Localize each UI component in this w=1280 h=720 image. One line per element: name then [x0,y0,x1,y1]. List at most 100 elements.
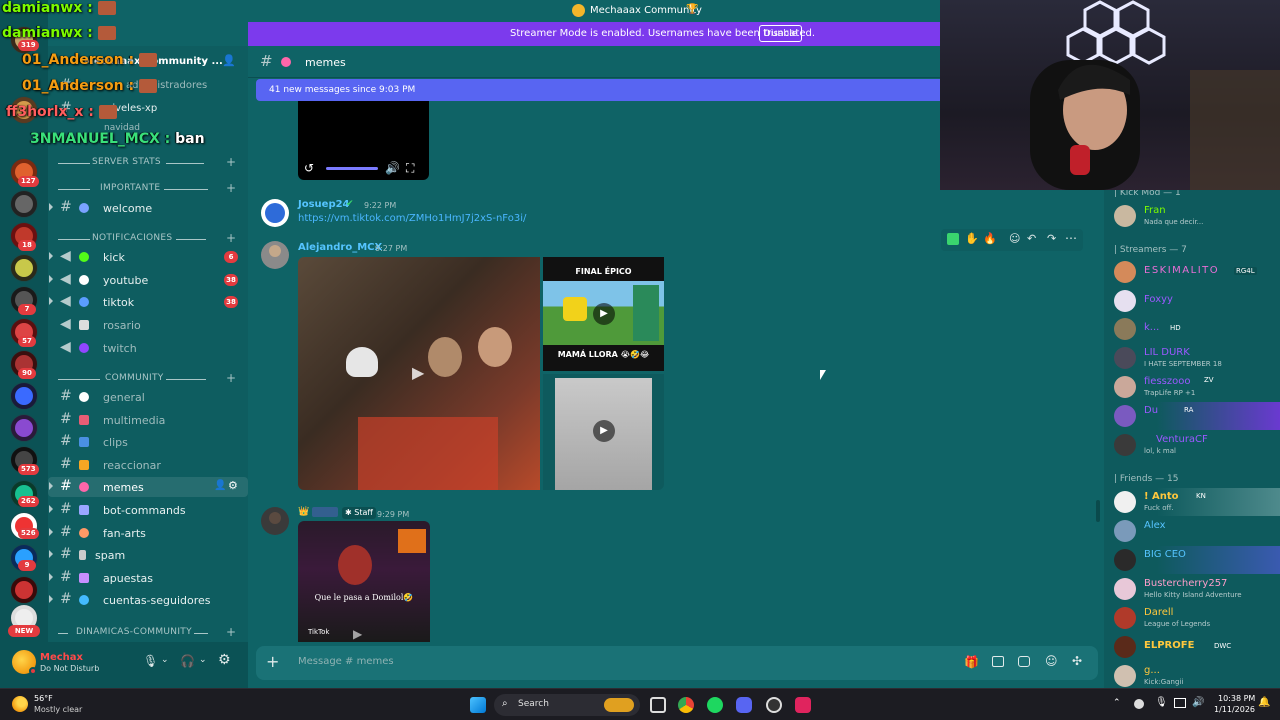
video-player[interactable]: ↺ 🔊 ⛶ [298,101,429,180]
emoji-icon[interactable]: ☺ [1045,654,1058,668]
discord-icon[interactable] [736,697,752,713]
forward-icon[interactable]: ↷ [1047,232,1056,245]
headphones-icon[interactable]: 🎧 [180,654,195,668]
new-messages-bar[interactable]: 41 new messages since 9:03 PM [256,79,940,101]
volume-icon[interactable]: 🔊 [1192,697,1204,708]
reaction-hand-icon[interactable]: ✋ [965,232,979,245]
avatar[interactable] [261,507,289,535]
chevron-up-icon[interactable]: ⌃ [1113,698,1121,708]
add-channel-icon[interactable]: + [226,371,236,385]
add-reaction-icon[interactable]: ☺ [1009,232,1020,245]
member-row[interactable]: g... Kick:Gangii [1104,662,1280,688]
message-input[interactable]: Message # memes [298,656,394,667]
message-link[interactable]: https://vm.tiktok.com/ZMHo1HmJ7j2xS-nFo3… [298,213,526,224]
play-icon[interactable]: ▶ [353,627,362,641]
windows-start-icon[interactable] [470,697,486,713]
chrome-icon[interactable] [678,697,694,713]
video-attachment[interactable]: ▶ [298,257,540,490]
category-importante[interactable]: IMPORTANTE + [48,181,248,196]
channel-twitch[interactable]: ◀ twitch [48,338,248,358]
avatar[interactable] [261,241,289,269]
video-attachment[interactable]: ▶ [543,374,664,490]
member-row[interactable]: LIL DURK I HATE SEPTEMBER 18 [1104,344,1280,372]
video-attachment[interactable]: Que le pasa a Domilol🤣 TikTok ▶ [298,521,430,642]
server-icon[interactable] [10,576,38,604]
clock-date[interactable]: 1/11/2026 [1214,705,1255,714]
avatar[interactable] [261,199,289,227]
category-community[interactable]: COMMUNITY + [48,371,248,386]
reply-icon[interactable]: ↶ [1027,232,1036,245]
member-row[interactable]: Du RA [1104,402,1280,430]
apps-icon[interactable]: ✣ [1072,654,1082,668]
microphone-icon[interactable]: 🎙 [143,654,158,668]
channel-memes[interactable]: # memes 👤 ⚙ [48,477,248,497]
server-icon[interactable] [10,414,38,442]
channel-welcome[interactable]: # welcome [48,198,248,218]
add-channel-icon[interactable]: + [226,181,236,195]
task-view-icon[interactable] [650,697,666,713]
channel-youtube[interactable]: ◀ youtube 38 [48,270,248,290]
reaction-fire-icon[interactable]: 🔥 [983,232,997,245]
reaction-check-icon[interactable] [947,233,959,245]
video-attachment[interactable]: FINAL ÉPICO ▶ MAMÁ LLORA 😭🤣😂 [543,257,664,371]
channel-cuentas-seguidores[interactable]: # cuentas-seguidores [48,590,248,610]
disable-button[interactable]: Disable [759,25,802,42]
channel-tiktok[interactable]: ◀ tiktok 38 [48,292,248,312]
member-row[interactable]: Bustercherry257 Hello Kitty Island Adven… [1104,575,1280,603]
gif-icon[interactable] [992,656,1004,667]
member-row[interactable]: fiesszooo ZV TrapLife RP +1 [1104,373,1280,401]
message-author[interactable] [312,507,338,517]
server-icon[interactable] [10,254,38,282]
add-attachment-icon[interactable]: + [266,652,279,671]
add-member-icon[interactable]: 👤 [222,54,236,67]
sticker-icon[interactable] [1018,656,1030,667]
message-author[interactable]: Alejandro_MCX [298,242,382,253]
channel-fan-arts[interactable]: # fan-arts [48,523,248,543]
volume-icon[interactable]: 🔊 [385,161,400,175]
add-member-icon[interactable]: 👤 [214,480,226,491]
member-row[interactable]: ESKIMALITO RG4L [1104,258,1280,286]
play-icon[interactable]: ▶ [412,363,424,382]
member-row[interactable]: Darell League of Legends [1104,604,1280,632]
gear-icon[interactable]: ⚙ [218,652,231,668]
play-icon[interactable]: ▶ [593,303,615,325]
taskbar-search[interactable]: ⌕ Search [494,694,640,716]
fullscreen-icon[interactable]: ⛶ [406,161,414,176]
category-server-stats[interactable]: SERVER STATS + [48,155,248,170]
member-row[interactable]: Fran Nada que decir... [1104,202,1280,230]
chevron-down-icon[interactable]: ⌄ [161,655,169,665]
member-row[interactable]: VenturaCF lol, k mal [1104,431,1280,459]
channel-rosario[interactable]: ◀ rosario [48,315,248,335]
channel-kick[interactable]: ◀ kick 6 [48,247,248,267]
tray-icon[interactable] [1134,699,1144,709]
member-row[interactable]: Alex [1104,517,1280,545]
microphone-icon[interactable]: 🎙 [1155,697,1168,708]
more-icon[interactable]: ⋯ [1065,231,1077,245]
gear-icon[interactable]: ⚙ [228,479,238,492]
message-author[interactable]: Josuep24 [298,199,350,210]
channel-apuestas[interactable]: # apuestas [48,568,248,588]
server-icon[interactable] [10,190,38,218]
chevron-down-icon[interactable]: ⌄ [200,54,208,65]
spotify-icon[interactable] [707,697,723,713]
message-scrollbar[interactable] [1096,500,1100,522]
server-icon[interactable] [10,382,38,410]
channel-reaccionar[interactable]: # reaccionar [48,455,248,475]
gift-icon[interactable]: 🎁 [964,655,979,669]
weather-icon[interactable] [12,696,28,712]
channel-multimedia[interactable]: # multimedia [48,410,248,430]
volume-slider[interactable] [326,167,378,170]
channel-general[interactable]: # general [48,387,248,407]
category-notificaciones[interactable]: NOTIFICACIONES + [48,231,248,246]
channel-spam[interactable]: # spam [48,545,248,565]
play-icon[interactable]: ▶ [593,420,615,442]
obs-icon[interactable] [766,697,782,713]
notification-icon[interactable]: 🔔 [1258,697,1270,708]
add-channel-icon[interactable]: + [226,231,236,245]
category-dinamicas[interactable]: DINAMICAS-COMMUNITY + [48,625,248,640]
member-row[interactable]: Foxyy [1104,287,1280,315]
member-row[interactable]: ELPROFE DWC [1104,633,1280,661]
member-row[interactable]: ! Anto KN Fuck off. [1104,488,1280,516]
network-icon[interactable] [1174,698,1186,708]
channel-bot-commands[interactable]: # bot-commands [48,500,248,520]
